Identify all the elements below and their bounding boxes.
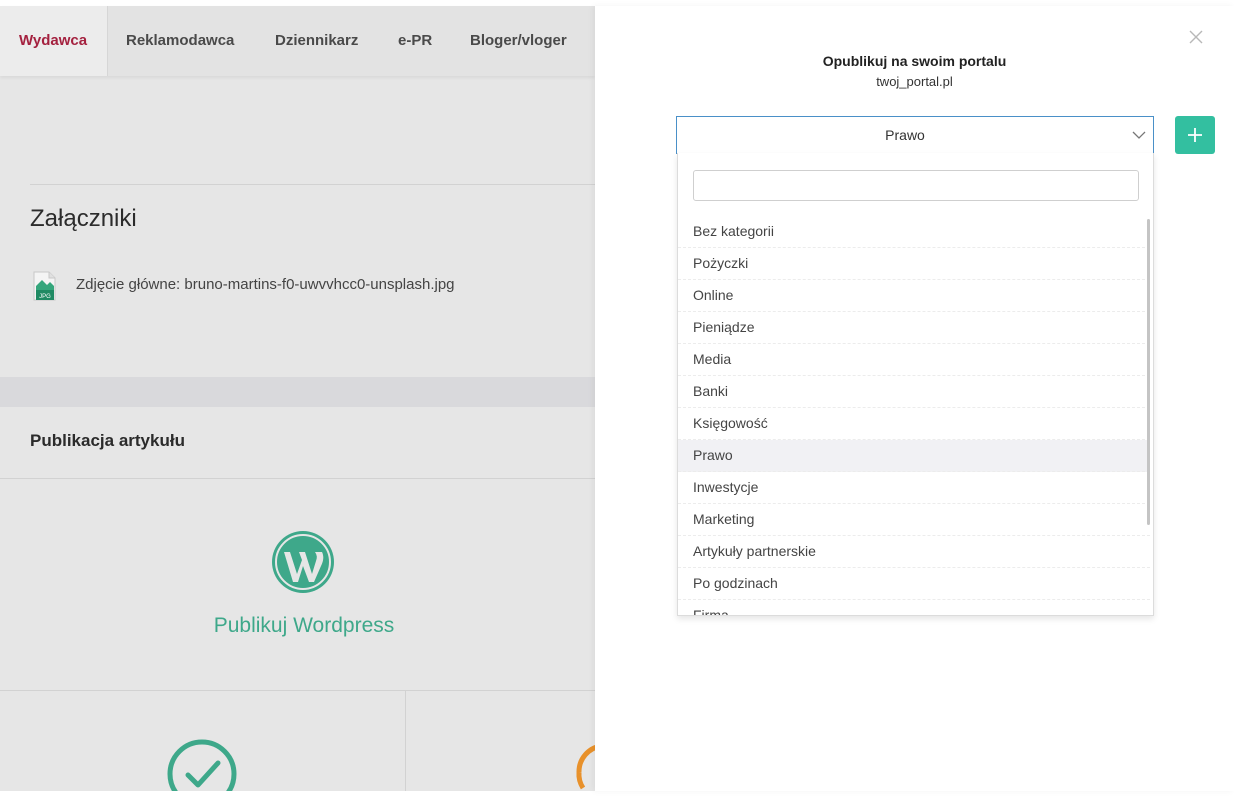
dropdown-scrollbar[interactable]	[1147, 219, 1150, 525]
nav-item-epr[interactable]: e-PR	[398, 6, 432, 76]
category-options-list: Bez kategorii Pożyczki Online Pieniądze …	[678, 216, 1153, 615]
category-option-selected[interactable]: Prawo	[678, 440, 1150, 472]
modal-title: Opublikuj na swoim portalu	[822, 53, 1007, 69]
nav-item-bloger[interactable]: Bloger/vloger	[470, 6, 567, 76]
check-circle-icon	[167, 739, 237, 791]
category-option[interactable]: Online	[678, 280, 1150, 312]
category-option[interactable]: Po godzinach	[678, 568, 1150, 600]
attachments-title: Załączniki	[30, 205, 137, 232]
background-page: Wydawca Reklamodawca Dziennikarz e-PR Bl…	[0, 0, 595, 791]
svg-text:JPG: JPG	[39, 294, 51, 300]
nav-item-dziennikarz[interactable]: Dziennikarz	[275, 6, 358, 76]
category-option[interactable]: Pieniądze	[678, 312, 1150, 344]
category-option[interactable]: Banki	[678, 376, 1150, 408]
category-option[interactable]: Pożyczki	[678, 248, 1150, 280]
category-option[interactable]: Media	[678, 344, 1150, 376]
category-select-value: Prawo	[885, 127, 925, 143]
category-dropdown: Bez kategorii Pożyczki Online Pieniądze …	[677, 153, 1154, 616]
category-option[interactable]: Marketing	[678, 504, 1150, 536]
category-option[interactable]: Artykuły partnerskie	[678, 536, 1150, 568]
add-category-button[interactable]	[1175, 116, 1215, 154]
modal-subtitle: twoj_portal.pl	[876, 74, 953, 89]
divider	[0, 690, 595, 691]
category-select[interactable]: Prawo	[676, 116, 1154, 154]
divider	[405, 690, 406, 791]
category-option[interactable]: Firma	[678, 600, 1150, 615]
category-search-input[interactable]	[693, 170, 1139, 201]
category-option[interactable]: Inwestycje	[678, 472, 1150, 504]
nav-divider	[107, 6, 108, 76]
wordpress-icon[interactable]	[271, 530, 335, 594]
category-option[interactable]: Księgowość	[678, 408, 1150, 440]
close-icon[interactable]	[1189, 30, 1203, 44]
chevron-down-icon	[1132, 131, 1146, 139]
plus-icon	[1188, 128, 1202, 142]
section-band	[0, 377, 595, 407]
publish-wordpress-button[interactable]: Publikuj Wordpress	[0, 614, 595, 638]
category-option[interactable]: Bez kategorii	[678, 216, 1150, 248]
nav-item-reklamodawca[interactable]: Reklamodawca	[126, 6, 234, 76]
divider	[30, 184, 595, 185]
top-nav: Wydawca Reklamodawca Dziennikarz e-PR Bl…	[0, 6, 595, 76]
divider	[0, 478, 595, 479]
nav-item-wydawca[interactable]: Wydawca	[0, 6, 107, 76]
jpg-file-icon: JPG	[33, 271, 56, 301]
publication-title: Publikacja artykułu	[30, 431, 185, 450]
attachment-file-link[interactable]: Zdjęcie główne: bruno-martins-f0-uwvvhcc…	[76, 276, 455, 293]
